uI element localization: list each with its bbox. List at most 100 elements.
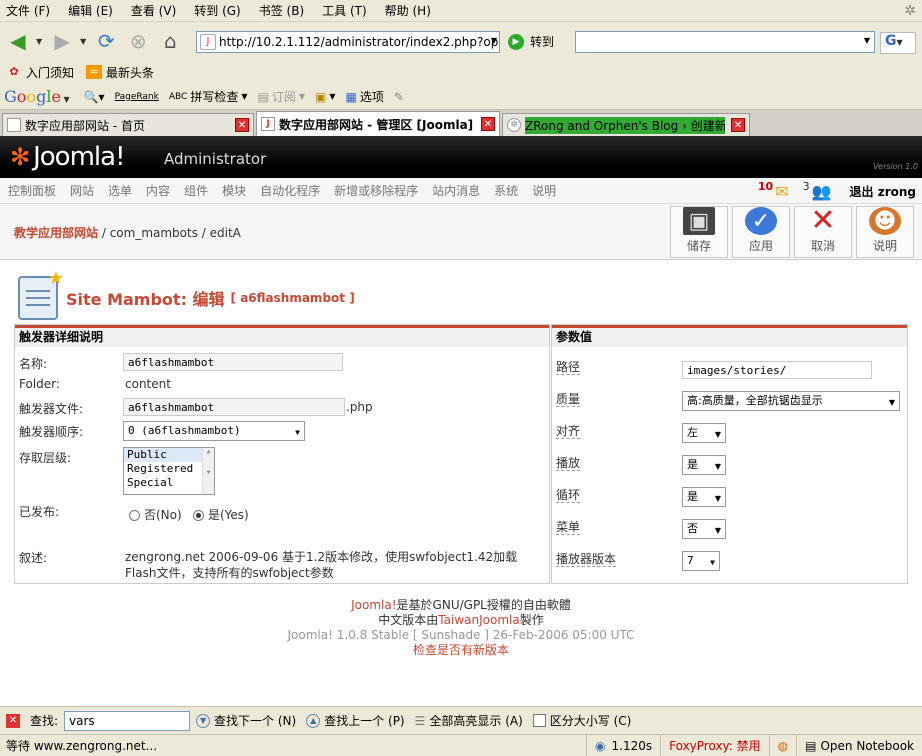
tab-admin[interactable]: J 数字应用部网站 - 管理区 [Joomla] ✕: [256, 111, 500, 136]
match-case-checkbox[interactable]: 区分大小写 (C): [532, 712, 631, 729]
back-icon[interactable]: ◀: [4, 27, 32, 55]
file-field[interactable]: a6flashmambot: [123, 398, 345, 416]
logout-link[interactable]: 退出 zrong: [850, 183, 916, 200]
param-loop-select[interactable]: 是: [682, 487, 726, 507]
listbox-scrollbar[interactable]: ▲ ▼: [202, 448, 214, 494]
save-button[interactable]: ▣ 储存: [670, 206, 728, 258]
spellcheck-button[interactable]: ABC 拼写检查 ▼: [169, 88, 248, 105]
menu-menus[interactable]: 选单: [108, 182, 132, 199]
bookmark-latest-headlines[interactable]: ≈ 最新头条: [86, 64, 154, 81]
find-input[interactable]: vars: [64, 710, 191, 731]
help-button[interactable]: ☻ 说明: [856, 206, 914, 258]
close-find-icon[interactable]: ✕: [6, 713, 20, 728]
pencil-icon[interactable]: ✎: [394, 90, 404, 104]
joomla-link[interactable]: Joomla!: [351, 598, 396, 612]
name-field[interactable]: a6flashmambot: [123, 353, 343, 371]
navigation-toolbar: ◀ ▼ ▶ ▼ ⟳ ⊗ ⌂ J http://10.2.1.112/admini…: [0, 22, 922, 60]
menu-modules[interactable]: 模块: [222, 182, 246, 199]
menu-help[interactable]: 帮助 (H): [385, 2, 431, 19]
access-listbox[interactable]: Public Registered Special ▲ ▼: [123, 447, 215, 495]
firefox-icon[interactable]: ◍: [768, 734, 796, 756]
close-tab-icon[interactable]: ✕: [235, 118, 249, 132]
url-bar[interactable]: J http://10.2.1.112/administrator/index2…: [196, 31, 500, 53]
radio-yes[interactable]: [193, 510, 204, 521]
menu-bookmarks[interactable]: 书签 (B): [259, 2, 304, 19]
menu-tools[interactable]: 工具 (T): [322, 2, 367, 19]
messages-icon[interactable]: ✉: [775, 182, 788, 201]
loading-icon: ✲: [507, 118, 521, 132]
search-dropdown-icon[interactable]: ▼: [864, 36, 870, 45]
forward-icon[interactable]: ▶: [48, 27, 76, 55]
param-align-select[interactable]: 左: [682, 423, 726, 443]
menu-edit[interactable]: 编辑 (E): [68, 2, 113, 19]
find-previous-button[interactable]: ▲ 查找上一个 (P): [306, 712, 405, 729]
access-label: 存取层级:: [19, 451, 72, 465]
go-button[interactable]: ▶ 转到: [508, 33, 554, 50]
param-menu-select[interactable]: 否: [682, 519, 726, 539]
folder-value: content: [125, 377, 171, 391]
order-select[interactable]: 0 (a6flashmambot): [123, 421, 305, 441]
menu-help[interactable]: 说明: [532, 182, 556, 199]
details-panel: 触发器详细说明 名称: a6flashmambot Folder: conten…: [14, 324, 550, 584]
google-logo[interactable]: Google ▼: [4, 87, 70, 106]
cancel-button[interactable]: ✕ 取消: [794, 203, 852, 258]
tab-blog[interactable]: ✲ ZRong and Orphen's Blog › 创建新... ✕: [502, 113, 750, 136]
check-version-link[interactable]: 检查是否有新版本: [0, 643, 922, 658]
highlight-all-button[interactable]: ☰ 全部高亮显示 (A): [415, 712, 523, 729]
url-dropdown-icon[interactable]: ▼: [491, 36, 497, 45]
param-path-input[interactable]: images/stories/: [682, 361, 872, 379]
menu-go[interactable]: 转到 (G): [194, 2, 240, 19]
apply-button[interactable]: ✓ 应用: [732, 206, 790, 258]
close-tab-icon[interactable]: ✕: [481, 117, 495, 131]
menu-components[interactable]: 组件: [184, 182, 208, 199]
bookmark-label: 最新头条: [106, 65, 155, 80]
menu-system[interactable]: 系统: [494, 182, 518, 199]
google-search-icon[interactable]: 🔍▾: [84, 90, 105, 104]
menu-messages[interactable]: 站内消息: [432, 182, 480, 199]
find-next-button[interactable]: ▼ 查找下一个 (N): [196, 712, 296, 729]
published-yes-option[interactable]: 是(Yes): [193, 506, 249, 523]
param-quality-select[interactable]: 高:高质量，全部抗锯齿显示: [682, 391, 900, 411]
globe-icon: ◉: [595, 738, 606, 753]
bookmark-add-button[interactable]: ▣ ▼: [315, 90, 336, 104]
menu-installers[interactable]: 新增或移除程序: [334, 182, 418, 199]
published-no-option[interactable]: 否(No): [129, 506, 182, 523]
access-option-registered[interactable]: Registered: [124, 462, 214, 476]
search-engine-button[interactable]: G▼: [880, 32, 916, 54]
close-tab-icon[interactable]: ✕: [731, 118, 745, 132]
tab-homepage[interactable]: 数字应用部网站 - 首页 ✕: [2, 113, 254, 136]
access-option-special[interactable]: Special: [124, 476, 214, 490]
access-option-public[interactable]: Public: [124, 448, 214, 462]
reload-icon[interactable]: ⟳: [92, 27, 120, 55]
menu-view[interactable]: 查看 (V): [131, 2, 176, 19]
bookmark-getting-started[interactable]: ✿ 入门须知: [6, 64, 74, 81]
menu-site[interactable]: 网站: [70, 182, 94, 199]
param-play-select[interactable]: 是: [682, 455, 726, 475]
menu-content[interactable]: 内容: [146, 182, 170, 199]
subscribe-button[interactable]: ▤ 订阅 ▼: [258, 88, 306, 105]
menu-mambots[interactable]: 自动化程序: [260, 182, 320, 199]
breadcrumb-site[interactable]: 教学应用部网站: [14, 226, 98, 240]
open-notebook[interactable]: ▤ Open Notebook: [796, 734, 922, 756]
foxyproxy-status[interactable]: FoxyProxy: 禁用: [660, 734, 769, 756]
param-player-version-select[interactable]: 7: [682, 551, 720, 571]
stop-icon[interactable]: ⊗: [124, 27, 152, 55]
checkbox[interactable]: [532, 714, 546, 727]
taiwanjoomla-link[interactable]: TaiwanJoomla: [438, 613, 519, 627]
breadcrumb-rest: / com_mambots / editA: [98, 226, 241, 240]
search-input[interactable]: ▼: [575, 31, 875, 53]
throbber-icon: ✲: [904, 3, 916, 19]
name-label: 名称:: [19, 357, 48, 371]
messages-count: 10: [757, 179, 774, 193]
page-title: Site Mambot: 编辑 [ a6flashmambot ]: [18, 268, 355, 320]
home-icon[interactable]: ⌂: [156, 27, 184, 55]
back-dropdown-icon[interactable]: ▼: [36, 37, 42, 46]
forward-dropdown-icon[interactable]: ▼: [80, 37, 86, 46]
radio-no[interactable]: [129, 510, 140, 521]
options-button[interactable]: ▦ 选项: [346, 88, 384, 105]
users-icon[interactable]: 👥: [812, 182, 832, 201]
param-label-play: 播放: [556, 456, 581, 471]
menu-file[interactable]: 文件 (F): [6, 2, 50, 19]
menu-control-panel[interactable]: 控制面板: [8, 182, 56, 199]
page-heading: Site Mambot: 编辑: [66, 290, 225, 309]
